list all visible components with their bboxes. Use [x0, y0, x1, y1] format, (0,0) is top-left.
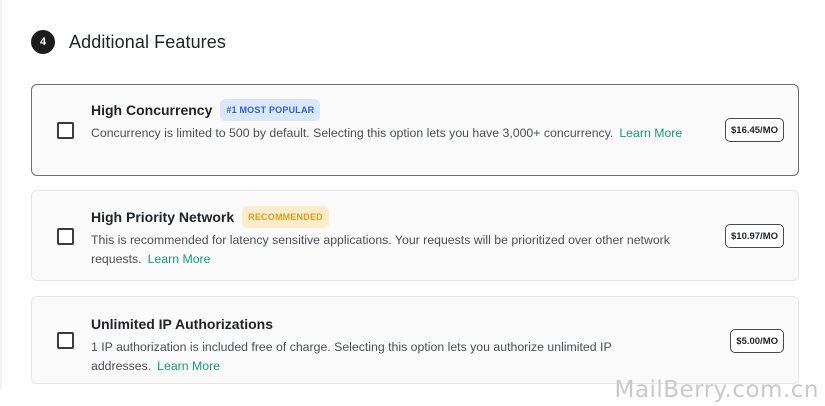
feature-title-row: High Priority Network RECOMMENDED: [91, 206, 708, 228]
feature-card-high-priority-network[interactable]: High Priority Network RECOMMENDED This i…: [31, 190, 799, 281]
feature-title: High Priority Network: [91, 209, 235, 225]
feature-content: High Priority Network RECOMMENDED This i…: [91, 206, 708, 269]
price-tag: $16.45/MO: [725, 118, 784, 142]
learn-more-link[interactable]: Learn More: [619, 126, 682, 140]
left-divider: [0, 0, 2, 390]
section-title: Additional Features: [69, 31, 226, 52]
feature-description: This is recommended for latency sensitiv…: [91, 231, 708, 269]
high-priority-network-checkbox[interactable]: [57, 228, 74, 245]
price-tag: $5.00/MO: [730, 329, 784, 353]
section-header: 4 Additional Features: [31, 28, 226, 56]
feature-content: High Concurrency #1 MOST POPULAR Concurr…: [91, 99, 708, 143]
learn-more-link[interactable]: Learn More: [148, 252, 211, 266]
feature-title: High Concurrency: [91, 102, 213, 118]
feature-title: Unlimited IP Authorizations: [91, 316, 274, 332]
watermark: MailBerry.com.cn: [614, 377, 819, 403]
feature-description-text: Concurrency is limited to 500 by default…: [91, 126, 614, 140]
most-popular-badge: #1 MOST POPULAR: [220, 99, 321, 121]
learn-more-link[interactable]: Learn More: [157, 359, 220, 373]
feature-title-row: Unlimited IP Authorizations: [91, 313, 708, 335]
feature-description: Concurrency is limited to 500 by default…: [91, 124, 708, 143]
recommended-badge: RECOMMENDED: [242, 206, 329, 228]
price-tag: $10.97/MO: [725, 224, 784, 248]
feature-description: 1 IP authorization is included free of c…: [91, 338, 708, 376]
high-concurrency-checkbox[interactable]: [57, 122, 74, 139]
feature-card-high-concurrency[interactable]: High Concurrency #1 MOST POPULAR Concurr…: [31, 84, 799, 176]
feature-content: Unlimited IP Authorizations 1 IP authori…: [91, 313, 708, 376]
feature-title-row: High Concurrency #1 MOST POPULAR: [91, 99, 708, 121]
unlimited-ip-checkbox[interactable]: [57, 332, 74, 349]
feature-card-unlimited-ip-authorizations[interactable]: Unlimited IP Authorizations 1 IP authori…: [31, 296, 799, 384]
step-number-badge: 4: [31, 30, 55, 54]
